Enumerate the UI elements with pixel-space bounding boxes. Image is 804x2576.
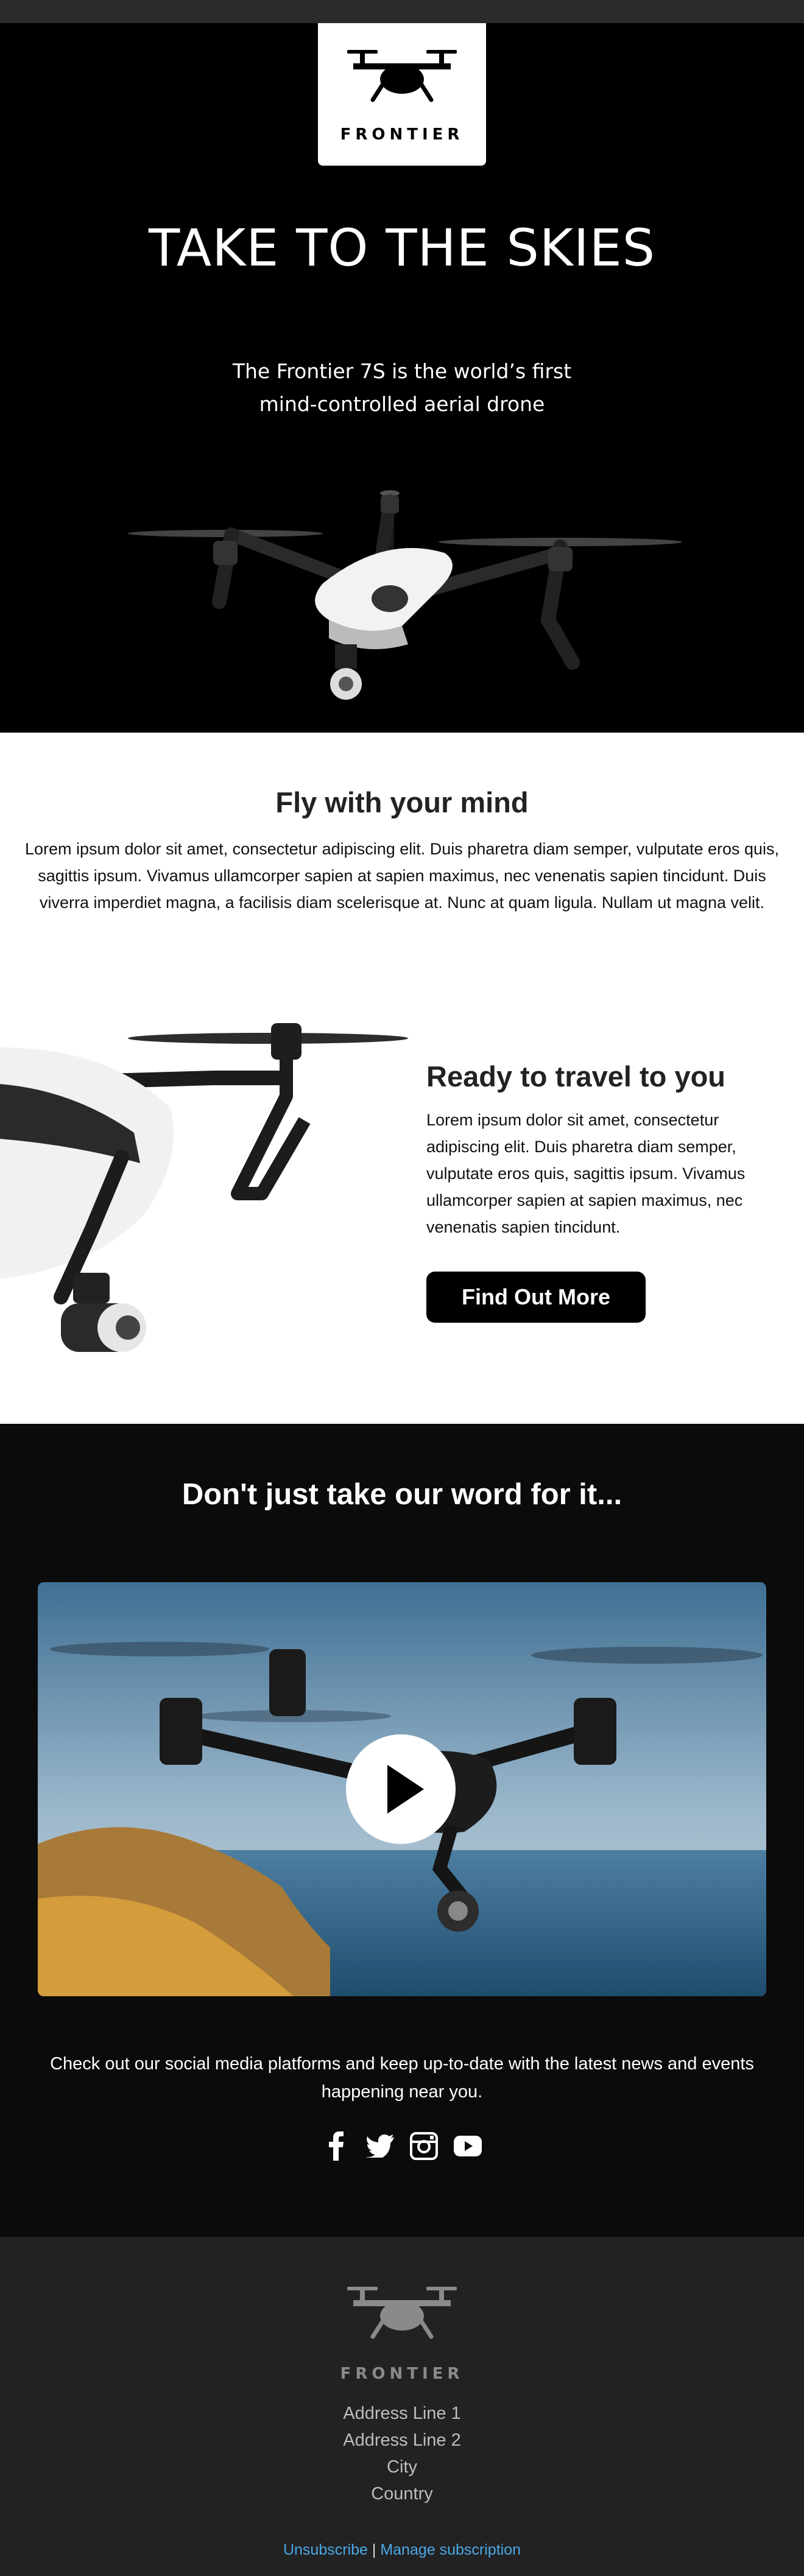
fly-section-body: Lorem ipsum dolor sit amet, consectetur …: [24, 840, 780, 912]
unsubscribe-link[interactable]: Unsubscribe: [283, 2541, 368, 2558]
social-links: [0, 2130, 804, 2162]
testimonials-title: Don't just take our word for it...: [182, 1478, 622, 1511]
drone-logo-icon: [347, 50, 457, 102]
footer-logo-icon: [347, 2287, 457, 2339]
brand-wordmark: FRONTIER: [340, 125, 464, 144]
footer-wordmark: FRONTIER: [340, 2365, 464, 2383]
facebook-icon[interactable]: [322, 2130, 351, 2162]
feature-drone-image: [0, 1023, 408, 1352]
travel-section-body: Lorem ipsum dolor sit amet, consectetur …: [426, 1111, 746, 1236]
footer-links: Unsubscribe | Manage subscription: [0, 2541, 804, 2559]
footer-address: Address Line 1 Address Line 2 City Count…: [0, 2400, 804, 2507]
twitter-icon[interactable]: [365, 2130, 395, 2162]
link-separator: |: [372, 2541, 376, 2558]
hero-drone-image: [128, 490, 682, 700]
brand-logo[interactable]: FRONTIER: [318, 23, 486, 166]
youtube-icon[interactable]: [453, 2130, 482, 2162]
testimonials-section: Don't just take our word for it... Check…: [0, 1424, 804, 2237]
address-country: Country: [371, 2484, 433, 2504]
top-bar: [0, 0, 804, 23]
fly-section-header: Fly with your mind: [0, 786, 804, 819]
travel-section: Ready to travel to you Lorem ipsum dolor…: [426, 1060, 780, 1240]
hero-subtitle-line-2: mind-controlled aerial drone: [259, 392, 545, 416]
address-line: Address Line 2: [343, 2430, 461, 2450]
address-line: Address Line 1: [343, 2404, 461, 2423]
manage-subscription-link[interactable]: Manage subscription: [380, 2541, 521, 2558]
find-out-more-button[interactable]: Find Out More: [426, 1272, 646, 1323]
travel-section-title: Ready to travel to you: [426, 1060, 725, 1093]
play-icon[interactable]: [358, 1747, 443, 1832]
footer: FRONTIER Address Line 1 Address Line 2 C…: [0, 2237, 804, 2576]
fly-section-title: Fly with your mind: [275, 786, 529, 818]
address-city: City: [387, 2457, 417, 2477]
video-player[interactable]: [38, 1582, 766, 1996]
hero-title: TAKE TO THE SKIES: [148, 218, 656, 278]
social-text: Check out our social media platforms and…: [50, 2054, 754, 2102]
instagram-icon[interactable]: [409, 2130, 439, 2162]
hero-section: FRONTIER TAKE TO THE SKIES The Frontier …: [0, 23, 804, 733]
hero-subtitle-line-1: The Frontier 7S is the world’s first: [232, 359, 572, 383]
hero-subtitle: The Frontier 7S is the world’s first min…: [219, 355, 585, 421]
